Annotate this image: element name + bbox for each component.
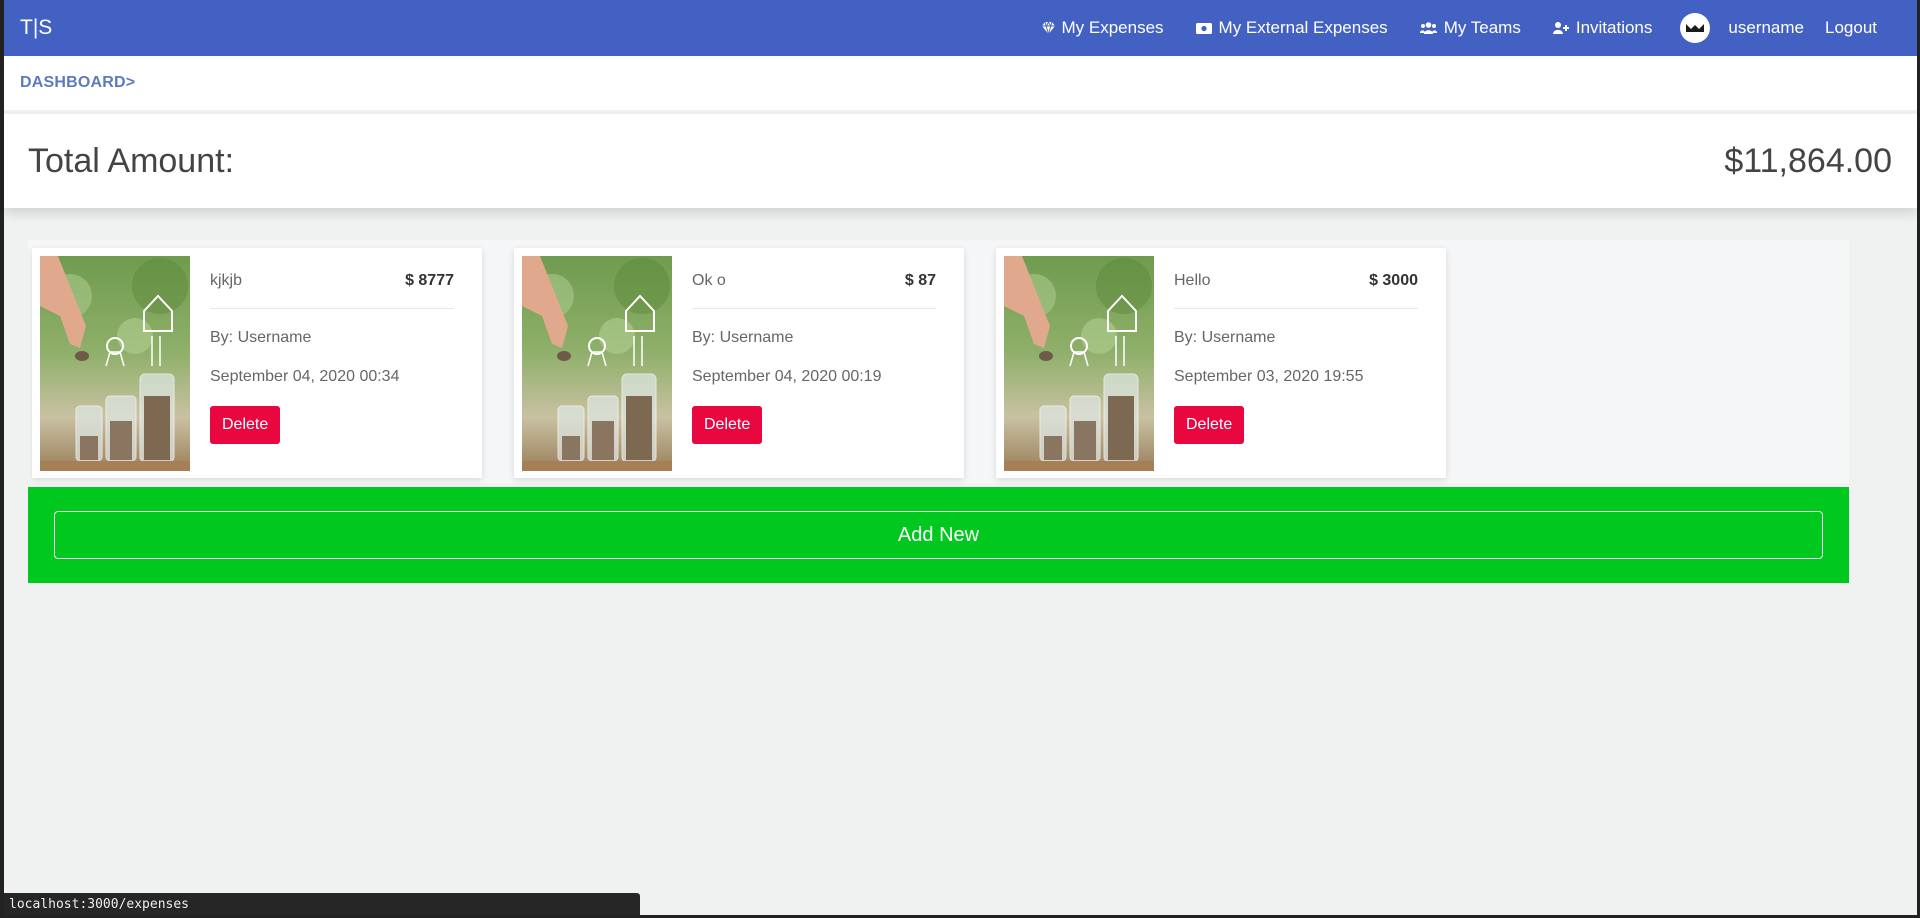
nav-menu: My Expenses My External Expenses My Team…	[1041, 0, 1918, 56]
nav-invitations[interactable]: Invitations	[1552, 18, 1653, 38]
expense-date: September 04, 2020 00:19	[692, 368, 882, 385]
expense-title: Ok o	[692, 272, 726, 289]
money-bill-icon	[1195, 22, 1212, 34]
delete-button[interactable]: Delete	[692, 406, 763, 444]
nav-my-external-expenses-label: My External Expenses	[1218, 18, 1388, 37]
expense-image	[522, 256, 672, 471]
expense-author: By: Username	[692, 329, 794, 346]
expense-author: By: Username	[210, 329, 312, 346]
delete-button[interactable]: Delete	[210, 406, 281, 444]
expense-amount: $ 87	[904, 272, 936, 289]
users-icon	[1419, 22, 1437, 34]
expense-card: Ok o $ 87 By: Username September 04, 202…	[514, 248, 964, 478]
expense-date: September 04, 2020 00:34	[210, 368, 400, 385]
nav-my-teams[interactable]: My Teams	[1419, 18, 1521, 38]
nav-my-expenses[interactable]: My Expenses	[1041, 18, 1164, 38]
add-new-button[interactable]: Add New	[54, 511, 1823, 559]
top-navbar: T|S My Expenses My External Expenses My …	[4, 0, 1917, 56]
total-amount-card: Total Amount: $11,864.00	[4, 114, 1917, 208]
nav-invitations-label: Invitations	[1575, 18, 1653, 37]
expense-image	[1004, 256, 1154, 471]
expense-title: kjkjb	[210, 272, 243, 289]
expense-card: Hello $ 3000 By: Username September 03, …	[996, 248, 1446, 478]
delete-button[interactable]: Delete	[1174, 406, 1245, 444]
brand-logo[interactable]: T|S	[20, 16, 52, 40]
status-bar-url: localhost:3000/expenses	[4, 893, 640, 915]
breadcrumb-bar: DASHBOARD>	[4, 56, 1917, 110]
total-amount-value: $11,864.00	[1724, 141, 1892, 180]
user-plus-icon	[1552, 22, 1569, 34]
total-amount-label: Total Amount:	[28, 141, 235, 180]
expense-title: Hello	[1174, 272, 1211, 289]
gem-icon	[1041, 22, 1055, 34]
avatar[interactable]	[1680, 13, 1711, 43]
expense-image	[40, 256, 190, 471]
avatar-icon	[1684, 17, 1707, 39]
expense-amount: $ 8777	[405, 272, 454, 289]
breadcrumb[interactable]: DASHBOARD>	[20, 74, 135, 92]
add-new-panel: Add New	[28, 487, 1849, 583]
nav-my-expenses-label: My Expenses	[1061, 18, 1164, 37]
expense-list: kjkjb $ 8777 By: Username September 04, …	[28, 240, 1849, 483]
logout-link[interactable]: Logout	[1825, 18, 1877, 38]
username-label[interactable]: username	[1728, 18, 1804, 38]
expense-author: By: Username	[1174, 329, 1276, 346]
nav-my-teams-label: My Teams	[1443, 18, 1521, 37]
nav-my-external-expenses[interactable]: My External Expenses	[1195, 18, 1388, 38]
expense-card: kjkjb $ 8777 By: Username September 04, …	[32, 248, 482, 478]
expense-amount: $ 3000	[1369, 272, 1418, 289]
expense-date: September 03, 2020 19:55	[1174, 368, 1364, 385]
